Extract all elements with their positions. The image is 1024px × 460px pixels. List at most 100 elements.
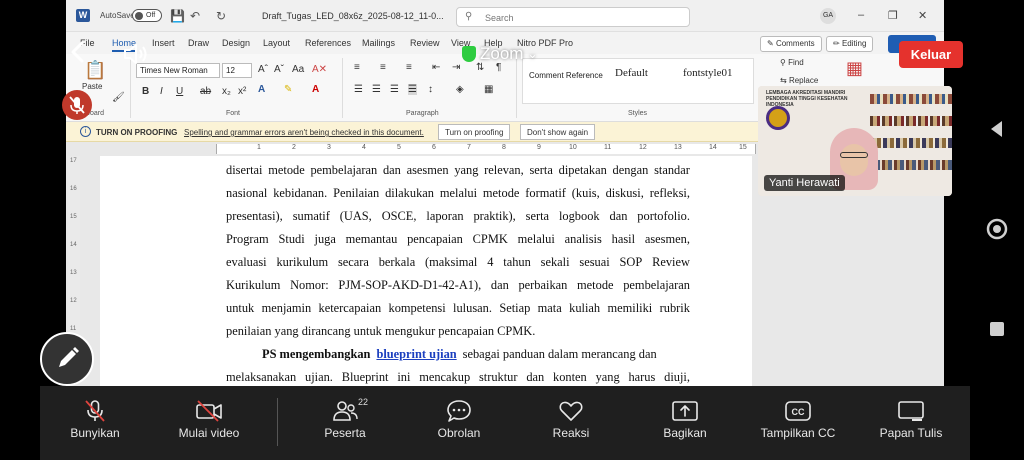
- people-icon: [333, 401, 358, 421]
- font-color-icon[interactable]: A: [312, 84, 319, 95]
- underline-icon[interactable]: U: [176, 86, 183, 97]
- save-icon[interactable]: 💾: [170, 9, 185, 23]
- increase-indent-icon[interactable]: ⇥: [452, 62, 460, 73]
- chevron-down-icon: ⌄: [527, 47, 538, 61]
- ruler-number: 13: [674, 144, 682, 151]
- text-effects-icon[interactable]: A: [258, 84, 265, 95]
- italic-icon[interactable]: I: [160, 86, 163, 97]
- bookshelf: [870, 160, 952, 170]
- lam-logo-icon: [766, 106, 790, 130]
- multilevel-list-icon[interactable]: ≡: [406, 62, 412, 73]
- grow-font-icon[interactable]: Aˆ: [258, 64, 268, 75]
- search-input[interactable]: ⚲ Search: [456, 7, 690, 27]
- strikethrough-icon[interactable]: ab: [200, 86, 211, 97]
- decrease-indent-icon[interactable]: ⇤: [432, 62, 440, 73]
- autosave-toggle[interactable]: Off: [132, 9, 162, 22]
- minimize-icon[interactable]: –: [858, 9, 864, 21]
- font-group-label: Font: [226, 110, 241, 117]
- format-painter-icon[interactable]: 🖌: [112, 92, 125, 103]
- word-title-bar: W AutoSave Off 💾 ↶ ↻ Draft_Tugas_LED_08x…: [66, 0, 944, 32]
- line-spacing-icon[interactable]: ↕: [428, 84, 433, 95]
- nav-recents-icon[interactable]: [980, 312, 1014, 346]
- style-comment-reference[interactable]: Comment Reference: [529, 71, 603, 80]
- speaker-icon[interactable]: [122, 42, 152, 66]
- shrink-font-icon[interactable]: Aˇ: [274, 64, 284, 75]
- find-label: Find: [788, 58, 804, 67]
- chat-button[interactable]: Obrolan: [418, 386, 500, 460]
- style-default[interactable]: Default: [615, 67, 648, 79]
- unmute-button[interactable]: Bunyikan: [50, 386, 140, 460]
- blueprint-link[interactable]: blueprint ujian: [376, 347, 456, 362]
- find-button[interactable]: ⚲ Find: [780, 58, 804, 67]
- show-captions-button[interactable]: CC Tampilkan CC: [750, 386, 846, 460]
- subscript-icon[interactable]: x₂: [222, 86, 231, 97]
- close-icon[interactable]: ✕: [918, 9, 927, 22]
- nav-home-icon[interactable]: [980, 212, 1014, 246]
- turn-on-proofing-button[interactable]: Turn on proofing: [438, 124, 511, 140]
- styles-gallery[interactable]: Comment Reference Default fontstyle01: [522, 58, 754, 104]
- menu-design[interactable]: Design: [222, 38, 250, 48]
- ruler-number: 6: [432, 144, 436, 151]
- menu-draw[interactable]: Draw: [188, 38, 209, 48]
- participant-video-tile[interactable]: LEMBAGA AKREDITASI MANDIRI PENDIDIKAN TI…: [758, 86, 952, 196]
- align-center-icon[interactable]: ☰: [372, 84, 381, 95]
- mic-off-icon: [85, 400, 105, 422]
- reactions-button[interactable]: Reaksi: [530, 386, 612, 460]
- nav-back-icon[interactable]: [980, 112, 1014, 146]
- menu-review[interactable]: Review: [410, 38, 440, 48]
- share-screen-button[interactable]: Bagikan: [644, 386, 726, 460]
- shading-icon[interactable]: ◈: [456, 84, 464, 95]
- editing-label: Editing: [841, 39, 867, 48]
- participants-button[interactable]: 22 Peserta: [304, 386, 386, 460]
- svg-text:CC: CC: [792, 407, 805, 417]
- whiteboard-button[interactable]: Papan Tulis: [870, 386, 952, 460]
- borders-icon[interactable]: ▦: [484, 84, 493, 95]
- proofing-message[interactable]: Spelling and grammar errors aren't being…: [184, 128, 424, 137]
- justify-icon[interactable]: ☰: [408, 84, 417, 95]
- style-fontstyle01[interactable]: fontstyle01: [683, 67, 733, 79]
- document-line: Program Studi juga memantau pencapaian CPMK me…: [226, 232, 690, 246]
- menu-references[interactable]: References: [305, 38, 351, 48]
- para2-bold-text: PS mengembangkan: [262, 347, 371, 361]
- replace-button[interactable]: ⇆ Replace: [780, 76, 818, 85]
- participant-face: [840, 144, 868, 176]
- change-case-icon[interactable]: Aa: [292, 64, 304, 75]
- superscript-icon[interactable]: x²: [238, 86, 246, 97]
- paragraph-group-label: Paragraph: [406, 110, 439, 117]
- document-line: untuk menjamin ketercapaian kompetensi lulus…: [226, 301, 690, 315]
- undo-icon[interactable]: ↶: [190, 9, 200, 23]
- align-right-icon[interactable]: ☰: [390, 84, 399, 95]
- leave-button[interactable]: Keluar: [899, 41, 963, 68]
- ruler-number: 4: [362, 144, 366, 151]
- document-page[interactable]: disertai metode pembelajaran dan asesmen yang…: [100, 156, 752, 386]
- document-line: evaluasi kurikulum secara berkala (maksimal 4…: [226, 255, 690, 269]
- annotate-button[interactable]: [40, 332, 94, 386]
- zoom-meeting-title[interactable]: Zoom ⌄: [462, 44, 538, 64]
- share-icon: [672, 401, 698, 421]
- ruler-number: 7: [467, 144, 471, 151]
- vruler-number: 17: [70, 158, 77, 164]
- ruler-number: 12: [639, 144, 647, 151]
- redo-icon[interactable]: ↻: [216, 9, 226, 23]
- document-line-para2: PS mengembangkan blueprint ujian sebagai…: [226, 347, 690, 362]
- menu-mailings[interactable]: Mailings: [362, 38, 395, 48]
- ruler-number: 2: [292, 144, 296, 151]
- clear-format-icon[interactable]: A✕: [312, 64, 327, 75]
- menu-layout[interactable]: Layout: [263, 38, 290, 48]
- restore-icon[interactable]: ❐: [888, 9, 898, 22]
- bold-icon[interactable]: B: [142, 86, 149, 97]
- font-size-select[interactable]: 12: [222, 63, 252, 78]
- user-avatar[interactable]: GA: [820, 8, 836, 24]
- back-arrow-icon[interactable]: [66, 40, 90, 64]
- dictate-icon[interactable]: ▦: [846, 58, 863, 79]
- ruler-number: 1: [257, 144, 261, 151]
- align-left-icon[interactable]: ☰: [354, 84, 363, 95]
- comments-button[interactable]: ✎ Comments: [760, 36, 822, 52]
- dont-show-again-button[interactable]: Don't show again: [520, 124, 596, 140]
- numbering-icon[interactable]: ≡: [380, 62, 386, 73]
- highlight-icon[interactable]: ✎: [284, 84, 292, 95]
- editing-button[interactable]: ✏ Editing: [826, 36, 874, 52]
- start-video-button[interactable]: Mulai video: [164, 386, 254, 460]
- bullets-icon[interactable]: ≡: [354, 62, 360, 73]
- menu-insert[interactable]: Insert: [152, 38, 175, 48]
